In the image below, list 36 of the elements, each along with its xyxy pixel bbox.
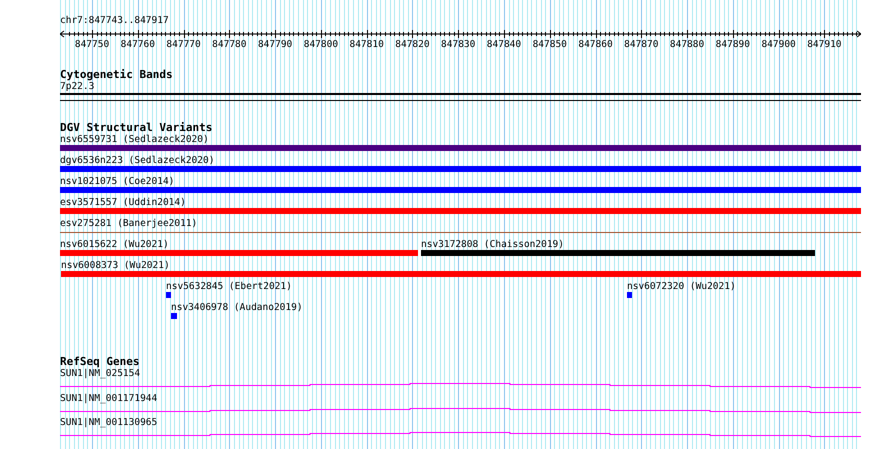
variant-label: nsv6072320 (Wu2021) xyxy=(627,281,736,292)
tick-label: 847790 xyxy=(258,39,292,51)
tick-label: 847860 xyxy=(578,39,613,51)
tick-label: 847750 xyxy=(74,39,110,51)
variant-label: nsv6015622 (Wu2021) xyxy=(60,239,169,250)
tick-label: 847840 xyxy=(486,39,522,51)
track-title: RefSeq Genes xyxy=(60,355,140,368)
band-label: 7p22.3 xyxy=(60,81,94,93)
tick-label: 847900 xyxy=(761,39,796,51)
tick-label: 847890 xyxy=(716,39,750,51)
tick-label: 847880 xyxy=(670,39,704,51)
variant-label: nsv5632845 (Ebert2021) xyxy=(166,281,292,292)
location-label: chr7:847743..847917 xyxy=(60,15,169,27)
tick-label: 847810 xyxy=(350,39,384,51)
tick-label: 847780 xyxy=(212,39,246,51)
variant-label: esv3571557 (Uddin2014) xyxy=(60,197,186,208)
tick-label: 847910 xyxy=(807,39,842,51)
track-title: DGV Structural Variants xyxy=(60,121,212,134)
tick-label: 847820 xyxy=(395,39,430,51)
variant-label: dgv6536n223 (Sedlazeck2020) xyxy=(60,155,214,166)
gene-label: SUN1|NM_001130965 xyxy=(60,417,158,429)
tick-label: 847770 xyxy=(166,39,201,51)
variant-label: nsv1021075 (Coe2014) xyxy=(60,176,174,187)
variant-label: nsv6559731 (Sedlazeck2020) xyxy=(60,134,209,145)
tick-label: 847800 xyxy=(304,39,338,51)
gene-label: SUN1|NM_001171944 xyxy=(60,392,158,404)
gene-label: SUN1|NM_025154 xyxy=(60,368,140,380)
track-title: Cytogenetic Bands xyxy=(60,68,173,81)
variant-label: nsv3172808 (Chaisson2019) xyxy=(421,239,564,250)
variant-label: nsv3406978 (Audano2019) xyxy=(171,302,303,313)
tick-label: 847850 xyxy=(532,39,567,51)
tick-label: 847830 xyxy=(441,39,476,51)
tick-label: 847870 xyxy=(624,39,658,51)
variant-label: esv275281 (Banerjee2011) xyxy=(60,218,198,229)
tick-label: 847760 xyxy=(120,39,155,51)
variant-label: nsv6008373 (Wu2021) xyxy=(61,260,170,271)
